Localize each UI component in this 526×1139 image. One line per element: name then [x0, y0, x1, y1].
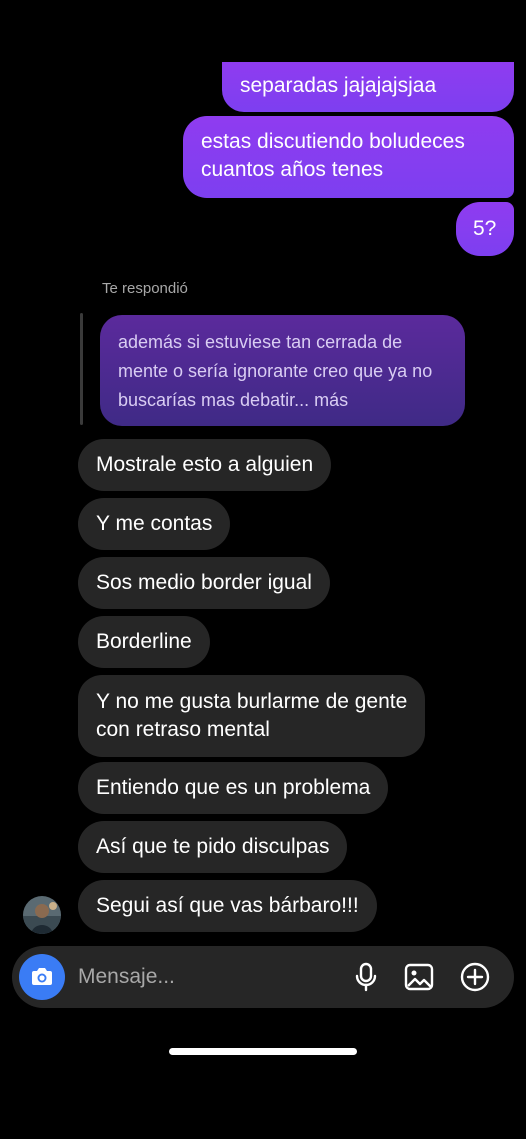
- plus-circle-icon[interactable]: [459, 961, 491, 993]
- received-message[interactable]: Entiendo que es un problema: [78, 762, 389, 814]
- message-text-line: estas discutiendo boludeces: [201, 130, 465, 153]
- received-message[interactable]: Sos medio border igual: [78, 557, 330, 609]
- message-text-line: cuantos años tenes: [201, 158, 384, 181]
- message-text: Mostrale esto a alguien: [96, 453, 314, 476]
- home-indicator[interactable]: [169, 1048, 357, 1055]
- received-message[interactable]: Borderline: [78, 616, 210, 668]
- message-text: separadas jajajajsjaa: [240, 74, 437, 97]
- avatar[interactable]: [23, 896, 61, 934]
- sent-message[interactable]: 5?: [456, 202, 514, 256]
- received-message[interactable]: Y me contas: [78, 498, 231, 550]
- message-text: 5?: [473, 217, 497, 240]
- received-message[interactable]: Y no me gusta burlarme de gente con retr…: [78, 675, 426, 757]
- camera-icon: [32, 968, 52, 985]
- message-text: Y me contas: [96, 512, 213, 535]
- avatar-image: [23, 896, 61, 934]
- message-text: Entiendo que es un problema: [96, 776, 371, 799]
- message-text: Borderline: [96, 630, 192, 653]
- reply-bar: [80, 313, 83, 425]
- camera-button[interactable]: [19, 954, 65, 1000]
- message-composer: Mensaje...: [12, 946, 514, 1008]
- sent-message[interactable]: separadas jajajajsjaa: [222, 62, 514, 112]
- message-text-line: con retraso mental: [96, 718, 270, 741]
- message-input[interactable]: Mensaje...: [78, 946, 175, 1008]
- received-message[interactable]: Mostrale esto a alguien: [78, 439, 332, 491]
- microphone-icon[interactable]: [350, 961, 382, 993]
- message-text: Así que te pido disculpas: [96, 835, 330, 858]
- gallery-icon[interactable]: [403, 961, 435, 993]
- sent-message[interactable]: estas discutiendo boludeces cuantos años…: [183, 116, 514, 198]
- received-message[interactable]: Segui así que vas bárbaro!!!: [78, 880, 377, 932]
- quoted-message[interactable]: además si estuviese tan cerrada de mente…: [100, 315, 465, 426]
- reply-label: Te respondió: [102, 280, 188, 297]
- message-text: Sos medio border igual: [96, 571, 312, 594]
- message-text-line: Y no me gusta burlarme de gente: [96, 690, 408, 713]
- message-text: Segui así que vas bárbaro!!!: [96, 894, 359, 917]
- received-message[interactable]: Así que te pido disculpas: [78, 821, 348, 873]
